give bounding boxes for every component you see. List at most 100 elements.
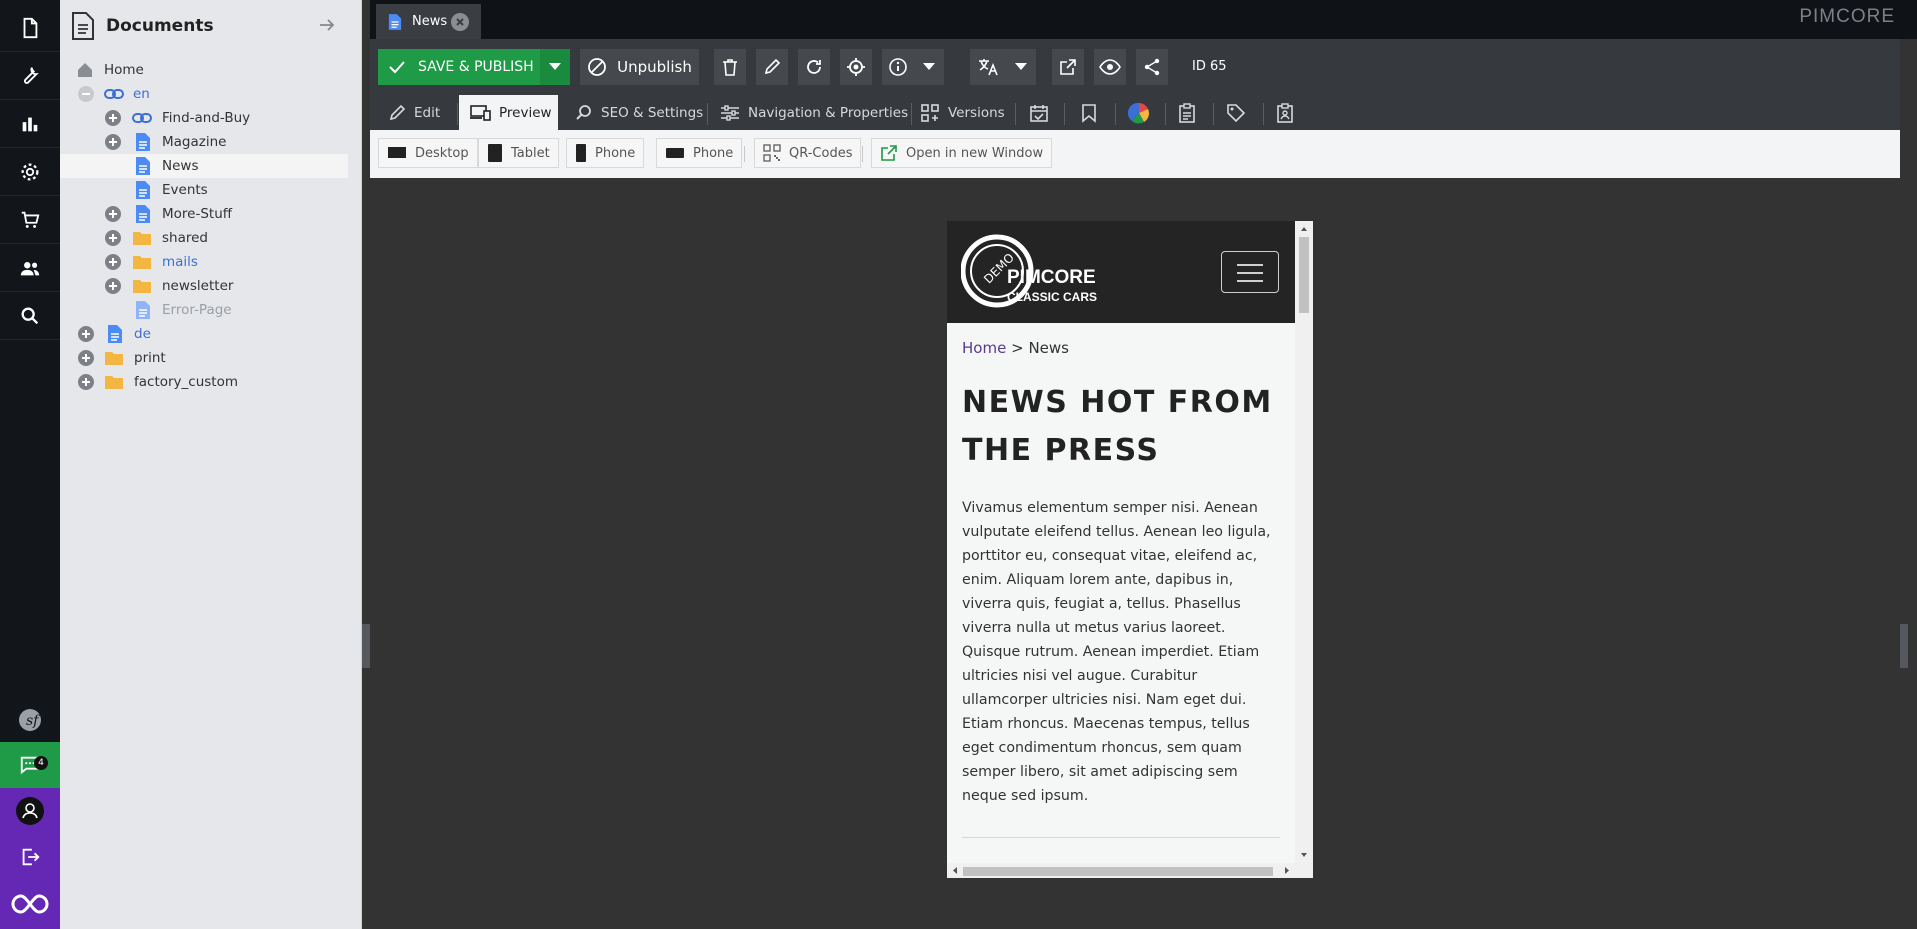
open-new-window-label: Open in new Window bbox=[906, 145, 1044, 161]
left-splitter-handle[interactable] bbox=[362, 624, 370, 668]
tree-item-magazine[interactable]: Magazine bbox=[60, 130, 348, 154]
pimcore-logo[interactable] bbox=[0, 880, 60, 928]
tree-item-news[interactable]: News bbox=[60, 154, 348, 178]
expand-icon[interactable] bbox=[78, 326, 94, 342]
close-tab-icon[interactable] bbox=[451, 13, 469, 31]
nav-documents-button[interactable] bbox=[0, 4, 60, 52]
tree-item-de[interactable]: de bbox=[60, 322, 348, 346]
right-splitter-handle[interactable] bbox=[1900, 624, 1908, 668]
expand-icon[interactable] bbox=[105, 134, 121, 150]
reload-button[interactable] bbox=[798, 49, 830, 85]
phone-portrait-button[interactable]: Phone bbox=[566, 138, 645, 168]
rename-button[interactable] bbox=[756, 49, 788, 85]
pimcore-classic-cars-logo[interactable]: DEMO PIMCORE CLASSIC CARS bbox=[961, 233, 1111, 309]
tab-notes[interactable] bbox=[1178, 95, 1204, 130]
editor-tab-news[interactable]: News bbox=[376, 4, 481, 39]
tree-item-home[interactable]: Home bbox=[60, 58, 348, 82]
scroll-up-arrow-icon[interactable] bbox=[1295, 223, 1313, 235]
hamburger-line bbox=[1237, 280, 1263, 282]
tree-header: Documents bbox=[60, 0, 361, 52]
desktop-button[interactable]: Desktop bbox=[378, 138, 478, 168]
page-icon bbox=[133, 204, 153, 224]
preview-button[interactable] bbox=[1094, 49, 1126, 85]
tab-schedule[interactable] bbox=[1029, 95, 1057, 130]
tab-tags[interactable] bbox=[1226, 95, 1254, 130]
phone-landscape-button[interactable]: Phone bbox=[656, 138, 743, 168]
avatar-icon bbox=[16, 797, 44, 825]
nav-settings-button[interactable] bbox=[0, 148, 60, 196]
locate-in-tree-button[interactable] bbox=[840, 49, 872, 85]
logout-button[interactable] bbox=[0, 834, 60, 880]
tree-item-error-page[interactable]: Error-Page bbox=[60, 298, 348, 322]
tree-item-shared[interactable]: shared bbox=[60, 226, 348, 250]
scroll-left-arrow-icon[interactable] bbox=[949, 863, 961, 878]
qr-code-icon bbox=[763, 144, 781, 162]
expand-icon[interactable] bbox=[105, 278, 121, 294]
divider bbox=[1064, 103, 1065, 125]
symfony-button[interactable]: sf bbox=[0, 700, 60, 740]
collapse-panel-arrow-icon[interactable] bbox=[317, 15, 337, 35]
tree-item-events[interactable]: Events bbox=[60, 178, 348, 202]
tree-item-find-and-buy[interactable]: Find-and-Buy bbox=[60, 106, 348, 130]
horizontal-scrollbar[interactable] bbox=[947, 863, 1313, 878]
logout-icon bbox=[22, 848, 40, 866]
scroll-down-arrow-icon[interactable] bbox=[1295, 849, 1313, 861]
nav-users-button[interactable] bbox=[0, 244, 60, 292]
translation-dropdown[interactable] bbox=[1006, 49, 1036, 85]
tab-edit[interactable]: Edit bbox=[388, 95, 440, 130]
breadcrumb-home-link[interactable]: Home bbox=[962, 339, 1006, 357]
nav-reports-button[interactable] bbox=[0, 100, 60, 148]
notifications-button[interactable]: 4 bbox=[0, 742, 60, 788]
tab-bookmarks[interactable] bbox=[1080, 95, 1106, 130]
scroll-right-arrow-icon[interactable] bbox=[1281, 863, 1293, 878]
expand-icon[interactable] bbox=[105, 206, 121, 222]
tab-navigation-properties[interactable]: Navigation & Properties bbox=[720, 95, 908, 130]
horizontal-scroll-thumb[interactable] bbox=[963, 867, 1273, 876]
profile-button[interactable] bbox=[0, 788, 60, 834]
hamburger-menu-button[interactable] bbox=[1221, 251, 1279, 293]
tree-item-label: Find-and-Buy bbox=[162, 110, 251, 126]
share-button[interactable] bbox=[1136, 49, 1168, 85]
expand-icon[interactable] bbox=[78, 350, 94, 366]
info-button[interactable] bbox=[882, 49, 914, 85]
delete-button[interactable] bbox=[714, 49, 746, 85]
tab-preview[interactable]: Preview bbox=[459, 95, 558, 130]
color-wheel-icon bbox=[1128, 102, 1149, 124]
tree-item-mails[interactable]: mails bbox=[60, 250, 348, 274]
tab-versions[interactable]: Versions bbox=[920, 95, 1005, 130]
tree-item-en[interactable]: en bbox=[60, 82, 348, 106]
nav-tools-button[interactable] bbox=[0, 52, 60, 100]
save-options-dropdown[interactable] bbox=[540, 49, 570, 85]
refresh-icon bbox=[807, 60, 821, 74]
expand-icon[interactable] bbox=[78, 374, 94, 390]
unpublish-button[interactable]: Unpublish bbox=[580, 49, 699, 85]
trash-icon bbox=[723, 59, 737, 76]
tab-workflow[interactable] bbox=[1276, 95, 1302, 130]
save-publish-button[interactable]: SAVE & PUBLISH bbox=[378, 49, 540, 85]
tree-item-print[interactable]: print bbox=[60, 346, 348, 370]
expand-icon[interactable] bbox=[105, 110, 121, 126]
tree-item-more-stuff[interactable]: More-Stuff bbox=[60, 202, 348, 226]
qr-codes-button[interactable]: QR-Codes bbox=[754, 138, 862, 168]
vertical-scroll-thumb[interactable] bbox=[1299, 237, 1309, 313]
collapse-icon[interactable] bbox=[78, 86, 94, 102]
nav-search-button[interactable] bbox=[0, 292, 60, 340]
translation-button[interactable] bbox=[970, 49, 1006, 85]
pimcore-brand: PIMCORE bbox=[1799, 6, 1895, 27]
vertical-scrollbar[interactable] bbox=[1295, 221, 1313, 863]
phone-portrait-label: Phone bbox=[595, 145, 636, 161]
document-tree-panel: Documents Home en Find-and-Buy Magazine … bbox=[60, 0, 362, 929]
tree-item-factory-custom[interactable]: factory_custom bbox=[60, 370, 348, 394]
expand-icon[interactable] bbox=[105, 254, 121, 270]
tab-personalization[interactable] bbox=[1128, 95, 1158, 130]
expand-icon[interactable] bbox=[105, 230, 121, 246]
open-external-button[interactable] bbox=[1052, 49, 1084, 85]
tree-item-newsletter[interactable]: newsletter bbox=[60, 274, 348, 298]
page-icon bbox=[133, 156, 153, 176]
tablet-button[interactable]: Tablet bbox=[478, 138, 559, 168]
info-dropdown[interactable] bbox=[914, 49, 944, 85]
tab-seo-settings[interactable]: SEO & Settings bbox=[575, 95, 703, 130]
translate-icon bbox=[979, 59, 998, 76]
nav-ecommerce-button[interactable] bbox=[0, 196, 60, 244]
open-new-window-button[interactable]: Open in new Window bbox=[871, 138, 1053, 168]
